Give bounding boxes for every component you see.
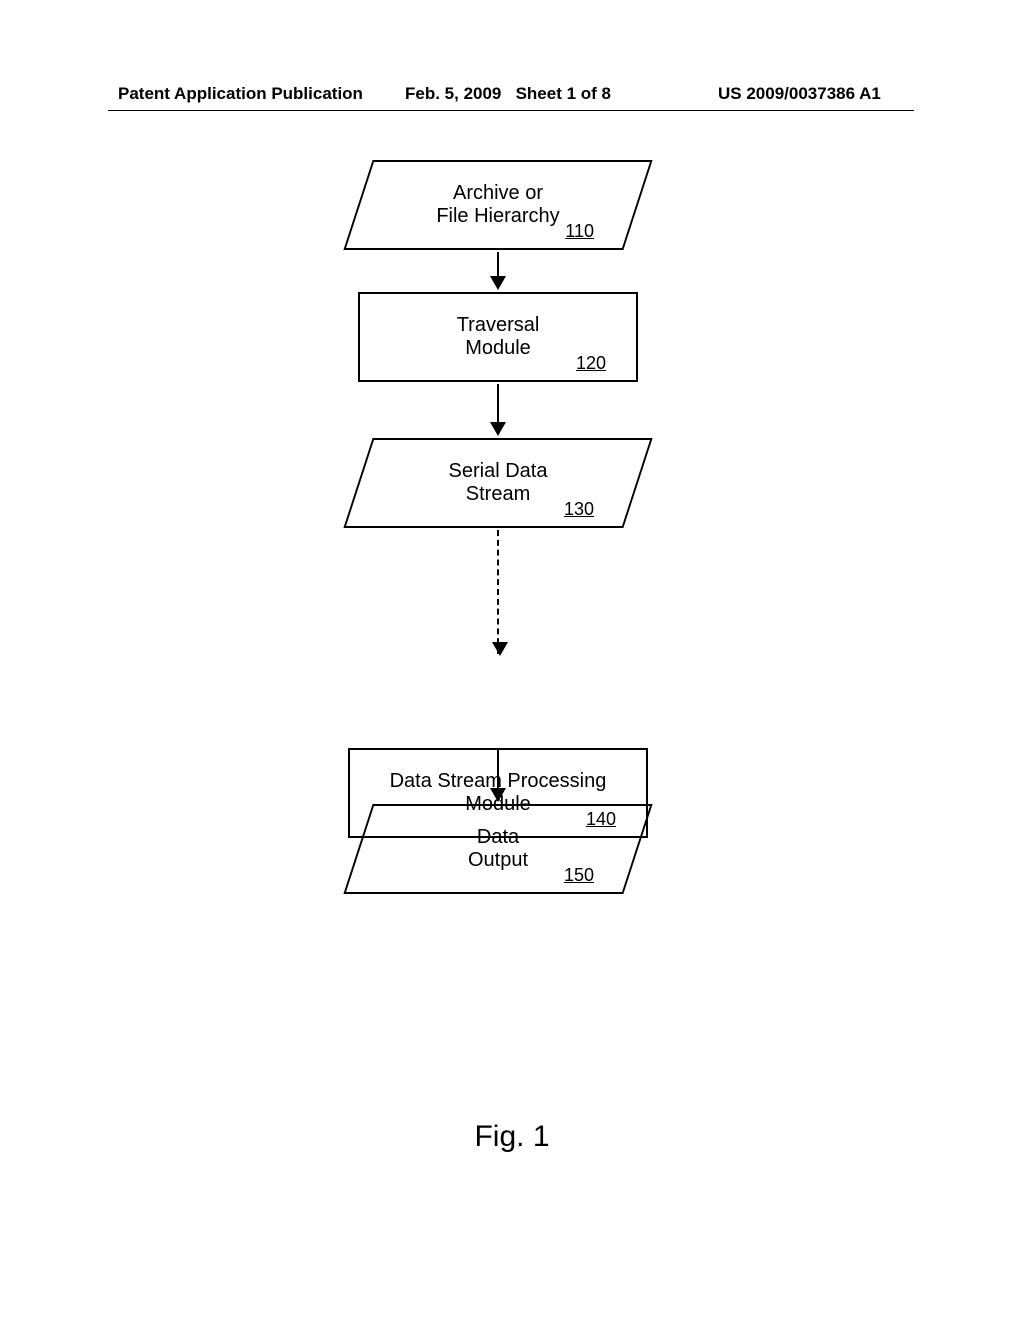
node-traversal-module: Traversal Module 120	[358, 292, 638, 382]
arrow-140-150	[497, 750, 499, 800]
arrow-120-130	[497, 384, 499, 434]
node-label-line: Data	[477, 826, 519, 849]
node-label-line: Serial Data	[449, 460, 548, 483]
node-ref-number: 130	[564, 499, 594, 520]
flowchart: Archive or File Hierarchy 110 Traversal …	[0, 146, 1024, 326]
header-publication-type: Patent Application Publication	[118, 84, 363, 104]
node-ref-number: 150	[564, 865, 594, 886]
node-ref-number: 120	[576, 353, 606, 374]
node-label-line: Stream	[466, 483, 530, 506]
header-date: Feb. 5, 2009	[405, 84, 501, 103]
header-date-sheet: Feb. 5, 2009 Sheet 1 of 8	[405, 84, 611, 104]
node-serial-data-stream: Serial Data Stream 130	[343, 438, 652, 528]
node-ref-number: 110	[565, 221, 594, 242]
node-label-line: Output	[468, 849, 528, 872]
node-label-line: Traversal	[457, 314, 540, 337]
patent-figure-page: Patent Application Publication Feb. 5, 2…	[0, 0, 1024, 1320]
node-label-line: File Hierarchy	[436, 205, 559, 228]
arrow-130-140-dashed	[497, 530, 501, 654]
node-archive-hierarchy: Archive or File Hierarchy 110	[343, 160, 652, 250]
node-label-line: Module	[465, 337, 531, 360]
header-rule	[108, 110, 914, 111]
node-label-line: Archive or	[453, 182, 543, 205]
node-data-output: Data Output 150	[343, 804, 652, 894]
arrow-110-120	[497, 252, 499, 288]
header-sheet: Sheet 1 of 8	[516, 84, 611, 103]
header-pub-number: US 2009/0037386 A1	[718, 84, 881, 104]
figure-caption: Fig. 1	[0, 1120, 1024, 1154]
